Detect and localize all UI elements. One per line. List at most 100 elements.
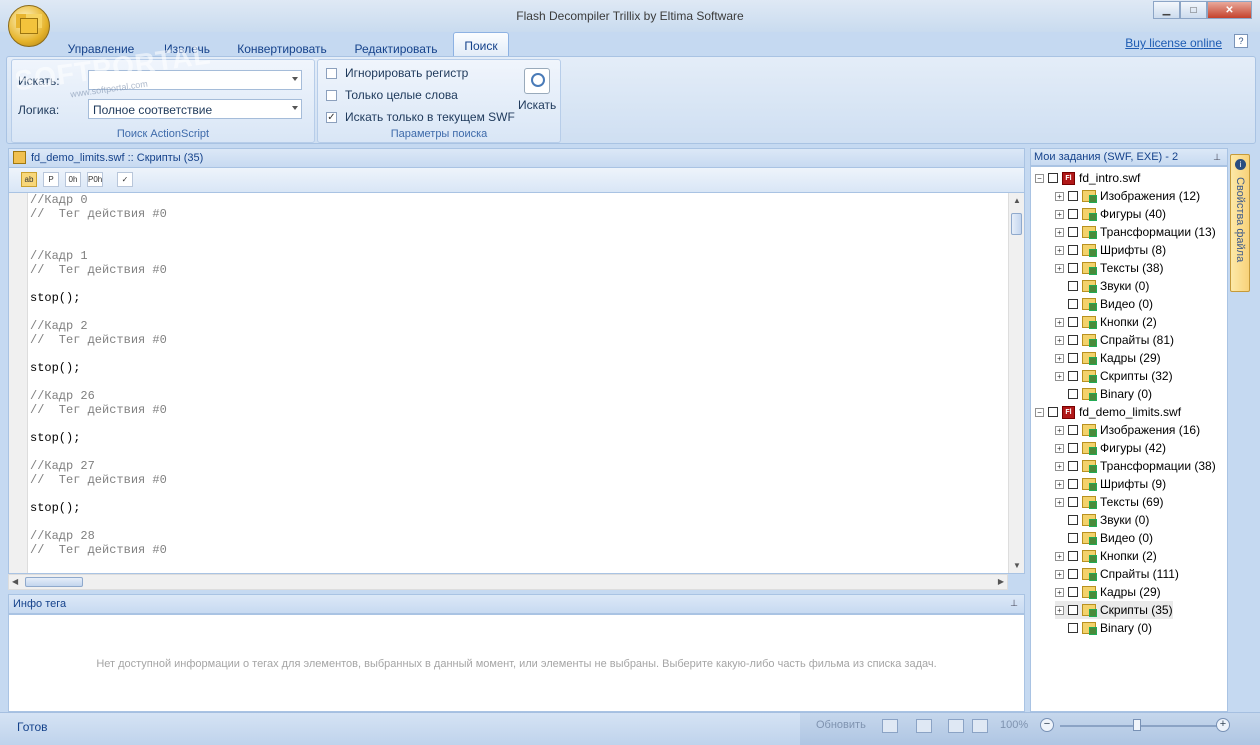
checkbox-box[interactable] xyxy=(1068,245,1078,255)
pcode-button[interactable]: P xyxy=(43,172,59,187)
expand-icon[interactable]: + xyxy=(1055,605,1064,615)
expand-icon[interactable]: + xyxy=(1055,227,1064,237)
tree-item-node[interactable]: + Кнопки (2) xyxy=(1055,313,1157,331)
expand-icon[interactable]: + xyxy=(1055,317,1064,327)
checklist-icon[interactable]: ✓ xyxy=(117,172,133,187)
tree-file-node[interactable]: − Fl fd_intro.swf xyxy=(1035,169,1140,187)
checkbox-box[interactable] xyxy=(1068,623,1078,633)
logic-select[interactable]: Полное соответствие xyxy=(88,99,302,119)
tab-search[interactable]: Поиск xyxy=(453,32,509,56)
expand-icon[interactable]: + xyxy=(1055,587,1064,597)
checkbox-box[interactable] xyxy=(1068,569,1078,579)
horizontal-scrollbar[interactable]: ◀ ▶ xyxy=(8,574,1008,590)
checkbox-box[interactable] xyxy=(1068,353,1078,363)
expand-icon[interactable]: + xyxy=(1055,353,1064,363)
checkbox-box[interactable] xyxy=(1068,551,1078,561)
expand-icon[interactable]: + xyxy=(1055,209,1064,219)
ignore-case-checkbox[interactable]: Игнорировать регистр xyxy=(326,66,468,80)
tree-item-node[interactable]: Binary (0) xyxy=(1055,619,1152,637)
checkbox-box[interactable] xyxy=(1068,371,1078,381)
horizontal-scroll-thumb[interactable] xyxy=(25,577,83,587)
expand-icon[interactable]: + xyxy=(1055,461,1064,471)
expand-icon[interactable]: + xyxy=(1055,443,1064,453)
camera-icon[interactable] xyxy=(882,719,898,733)
collapse-icon[interactable]: − xyxy=(1035,173,1044,183)
zoom-slider-thumb[interactable] xyxy=(1133,719,1141,731)
scroll-down-icon[interactable]: ▼ xyxy=(1013,561,1021,570)
tree-item-node[interactable]: + Шрифты (9) xyxy=(1055,475,1166,493)
checkbox-box[interactable] xyxy=(1068,263,1078,273)
tree-item-node[interactable]: Звуки (0) xyxy=(1055,277,1149,295)
expand-icon[interactable]: + xyxy=(1055,371,1064,381)
tree-item-node[interactable]: + Кадры (29) xyxy=(1055,583,1161,601)
tree-item-node[interactable]: + Кадры (29) xyxy=(1055,349,1161,367)
collapse-icon[interactable]: − xyxy=(1035,407,1044,417)
checkbox-box[interactable] xyxy=(1068,533,1078,543)
checkbox-box[interactable] xyxy=(1068,281,1078,291)
expand-icon[interactable]: + xyxy=(1055,245,1064,255)
vertical-scroll-thumb[interactable] xyxy=(1011,213,1022,235)
grid-icon[interactable] xyxy=(916,719,932,733)
fit-icon[interactable] xyxy=(972,719,988,733)
refresh-button[interactable]: Обновить xyxy=(816,719,866,731)
expand-icon[interactable]: + xyxy=(1055,335,1064,345)
tree-item-node[interactable]: Звуки (0) xyxy=(1055,511,1149,529)
checkbox-box[interactable] xyxy=(1068,605,1078,615)
tree-item-node[interactable]: + Кнопки (2) xyxy=(1055,547,1157,565)
pin-icon[interactable]: ⊥ xyxy=(1010,598,1018,609)
current-swf-checkbox[interactable]: ✓ Искать только в текущем SWF xyxy=(326,110,515,124)
tree-item-node[interactable]: + Изображения (12) xyxy=(1055,187,1200,205)
checkbox-box[interactable] xyxy=(1068,515,1078,525)
search-button[interactable]: Искать xyxy=(518,68,556,112)
scroll-right-icon[interactable]: ▶ xyxy=(998,577,1004,586)
expand-icon[interactable]: + xyxy=(1055,425,1064,435)
checkbox-box[interactable] xyxy=(1048,173,1058,183)
whole-words-checkbox[interactable]: Только целые слова xyxy=(326,88,458,102)
expand-icon[interactable]: + xyxy=(1055,263,1064,273)
vertical-scrollbar[interactable]: ▲ ▼ xyxy=(1008,193,1024,573)
checkbox-box[interactable] xyxy=(1068,587,1078,597)
tree-item-node[interactable]: Binary (0) xyxy=(1055,385,1152,403)
expand-icon[interactable]: + xyxy=(1055,497,1064,507)
hand-icon[interactable] xyxy=(948,719,964,733)
checkbox-box[interactable] xyxy=(1068,425,1078,435)
minimize-button[interactable]: ▁ xyxy=(1153,1,1180,19)
tree-item-node[interactable]: + Скрипты (35) xyxy=(1055,601,1173,619)
application-menu-button[interactable] xyxy=(8,5,50,47)
help-icon[interactable]: ? xyxy=(1234,34,1248,48)
syntax-highlight-button[interactable]: ab xyxy=(21,172,37,187)
close-button[interactable]: ✕ xyxy=(1207,1,1252,19)
tree-item-node[interactable]: + Скрипты (32) xyxy=(1055,367,1173,385)
tree-item-node[interactable]: + Трансформации (13) xyxy=(1055,223,1216,241)
checkbox-box[interactable] xyxy=(1068,209,1078,219)
checkbox-box[interactable] xyxy=(1068,443,1078,453)
checkbox-box[interactable] xyxy=(1068,461,1078,471)
tree-item-node[interactable]: Видео (0) xyxy=(1055,529,1153,547)
expand-icon[interactable]: + xyxy=(1055,569,1064,579)
buy-license-link[interactable]: Buy license online xyxy=(1125,36,1222,50)
checkbox-box[interactable] xyxy=(1068,317,1078,327)
tree-item-node[interactable]: + Трансформации (38) xyxy=(1055,457,1216,475)
expand-icon[interactable]: + xyxy=(1055,479,1064,489)
tab-convert[interactable]: Конвертировать xyxy=(230,32,334,56)
tree-item-node[interactable]: + Фигуры (40) xyxy=(1055,205,1166,223)
tab-edit[interactable]: Редактировать xyxy=(348,32,444,56)
maximize-button[interactable]: □ xyxy=(1180,1,1207,19)
checkbox-box[interactable] xyxy=(1068,479,1078,489)
tree-item-node[interactable]: + Изображения (16) xyxy=(1055,421,1200,439)
expand-icon[interactable]: + xyxy=(1055,191,1064,201)
tree-item-node[interactable]: + Тексты (38) xyxy=(1055,259,1164,277)
expand-icon[interactable]: + xyxy=(1055,551,1064,561)
tree-item-node[interactable]: + Фигуры (42) xyxy=(1055,439,1166,457)
tree-item-node[interactable]: + Спрайты (111) xyxy=(1055,565,1179,583)
checkbox-box[interactable] xyxy=(1068,191,1078,201)
checkbox-box[interactable] xyxy=(1068,389,1078,399)
tree-file-node[interactable]: − Fl fd_demo_limits.swf xyxy=(1035,403,1181,421)
scroll-left-icon[interactable]: ◀ xyxy=(12,577,18,586)
checkbox-box[interactable] xyxy=(1068,335,1078,345)
checkbox-box[interactable] xyxy=(1048,407,1058,417)
checkbox-box[interactable] xyxy=(1068,299,1078,309)
tree-item-node[interactable]: + Шрифты (8) xyxy=(1055,241,1166,259)
pcode-hex-button[interactable]: P0h xyxy=(87,172,103,187)
tree-item-node[interactable]: + Спрайты (81) xyxy=(1055,331,1174,349)
